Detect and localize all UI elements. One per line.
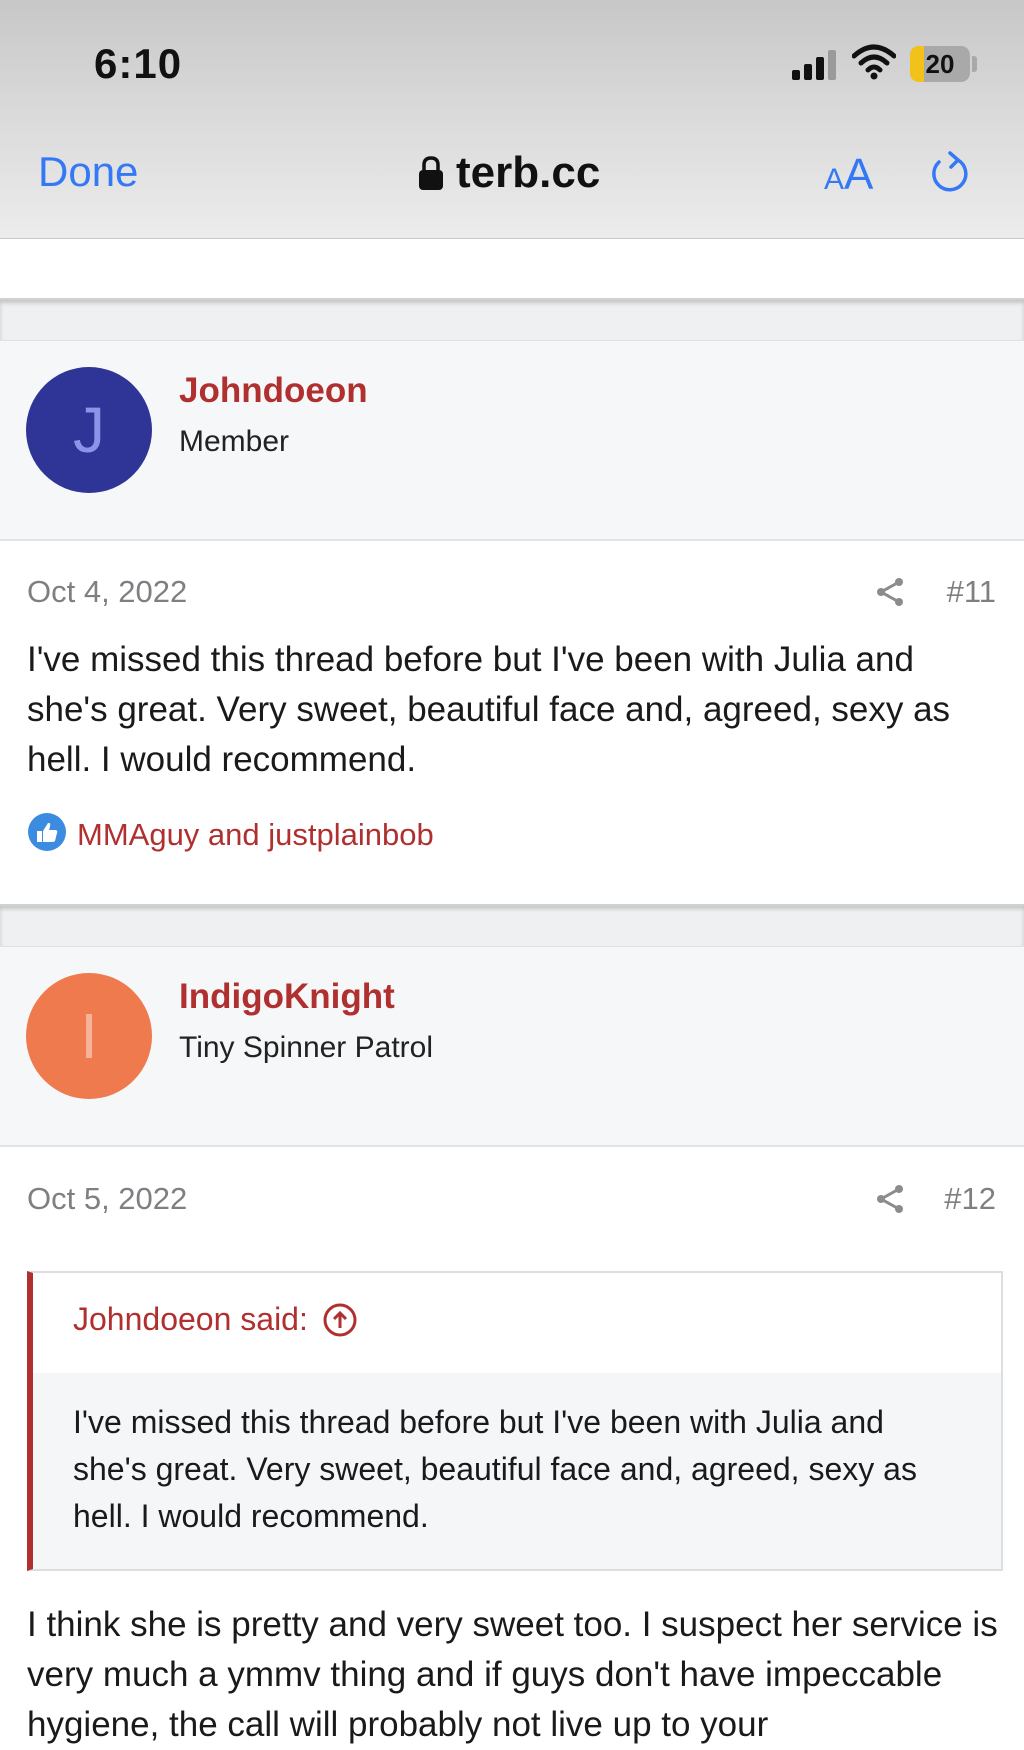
battery-level: 20 — [925, 49, 955, 79]
post-meta: Oct 4, 2022 #11 — [0, 566, 1024, 626]
post-date[interactable]: Oct 5, 2022 — [27, 1181, 187, 1217]
avatar-letter: I — [80, 1000, 98, 1072]
quote-author[interactable]: Johndoeon said: — [73, 1301, 308, 1338]
address-bar[interactable]: terb.cc — [418, 148, 600, 198]
share-icon[interactable] — [874, 1183, 906, 1220]
author-name[interactable]: Johndoeon — [179, 371, 368, 411]
post-date[interactable]: Oct 4, 2022 — [27, 574, 187, 610]
post-separator — [0, 300, 1024, 340]
wifi-icon — [851, 44, 897, 85]
text-size-small: A — [824, 163, 845, 196]
text-size-button[interactable]: AA — [824, 150, 873, 200]
quote-text: I've missed this thread before but I've … — [73, 1404, 917, 1534]
jump-to-quote-icon[interactable] — [322, 1302, 358, 1338]
post-number[interactable]: #12 — [944, 1181, 996, 1217]
previous-post-end — [0, 238, 1024, 300]
post-body: I've missed this thread before but I've … — [27, 640, 951, 779]
avatar-letter: J — [73, 394, 105, 466]
reload-icon[interactable] — [928, 150, 972, 201]
quote-block: Johndoeon said: I've missed this thread … — [27, 1271, 1003, 1571]
reactions-bar[interactable]: MMAguy and justplainbob — [27, 812, 434, 857]
cellular-signal-icon — [792, 48, 838, 80]
quote-header: Johndoeon said: — [33, 1273, 1001, 1377]
like-icon — [27, 812, 67, 857]
post-number[interactable]: #11 — [947, 574, 996, 610]
avatar[interactable]: I — [26, 973, 152, 1099]
post-author-bar: J Johndoeon Member — [0, 340, 1024, 541]
text-size-large: A — [844, 150, 874, 199]
quote-author-link[interactable]: Johndoeon said: — [73, 1301, 358, 1338]
url-text[interactable]: terb.cc — [456, 148, 600, 198]
battery-icon: 20 — [910, 46, 970, 82]
status-time: 6:10 — [94, 40, 183, 87]
post-separator — [0, 906, 1024, 946]
post-author-bar: I IndigoKnight Tiny Spinner Patrol — [0, 946, 1024, 1147]
reaction-users[interactable]: MMAguy and justplainbob — [77, 817, 434, 853]
author-title: Tiny Spinner Patrol — [179, 1031, 434, 1064]
share-icon[interactable] — [874, 576, 906, 613]
post-meta: Oct 5, 2022 #12 — [0, 1173, 1024, 1233]
author-name[interactable]: IndigoKnight — [179, 977, 395, 1017]
browser-header: 6:10 20 Done terb.cc AA — [0, 0, 1024, 239]
lock-icon — [418, 155, 444, 191]
done-button[interactable]: Done — [38, 148, 138, 196]
avatar[interactable]: J — [26, 367, 152, 493]
quote-body: I've missed this thread before but I've … — [33, 1373, 1001, 1569]
author-title: Member — [179, 425, 290, 458]
battery-tip — [972, 56, 977, 72]
